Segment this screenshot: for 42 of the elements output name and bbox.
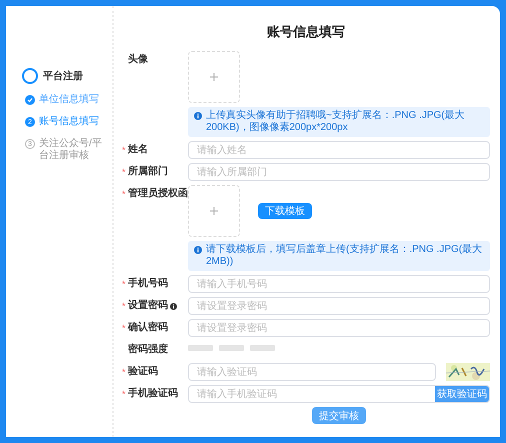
field-label: 姓名 [128,142,148,157]
required-mark: * [122,145,126,155]
required-mark: * [122,389,126,399]
input-field[interactable]: 请输入手机验证码 获取验证码 [188,385,490,403]
field-label: 头像 [128,52,148,67]
input-field[interactable]: 请输入手机号码 [188,275,490,293]
help-icon[interactable] [170,302,177,310]
hint-text: 上传真实头像有助于招聘哦~支持扩展名：.PNG .JPG(最大200KB)，图像像素200px*200px [206,110,466,134]
field-label: 验证码 [128,364,158,379]
circle-icon [22,68,38,84]
field-label: 密码强度 [128,342,168,357]
info-icon [194,112,202,120]
page-title: 账号信息填写 [267,23,345,41]
required-mark: * [122,189,126,199]
input-field[interactable]: 请输入验证码 [188,363,436,381]
required-mark: * [122,323,126,333]
strength-bar [219,345,244,351]
get-code-button[interactable]: 获取验证码 [435,386,489,402]
required-mark: * [122,367,126,377]
field-label: 所属部门 [128,164,168,179]
step-label: 单位信息填写 [39,94,99,106]
required-mark: * [122,301,126,311]
hint-text: 请下载模板后，填写后盖章上传(支持扩展名：.PNG .JPG(最大2MB)) [206,244,484,268]
field-label: 管理员授权函 [128,186,188,201]
field-label: 设置密码 [128,298,168,313]
input-field[interactable]: 请设置登录密码 [188,319,490,337]
input-field[interactable]: 请输入姓名 [188,141,490,159]
download-template-button[interactable]: 下载模板 [258,203,312,219]
submit-button[interactable]: 提交审核 [312,407,366,424]
input-field[interactable]: 请设置登录密码 [188,297,490,315]
info-icon [194,246,202,254]
step-label: 账号信息填写 [39,116,99,128]
field-label: 确认密码 [128,320,168,335]
required-mark: * [122,279,126,289]
step-label: 关注公众号/平台注册审核 [39,138,103,162]
field-label: 手机验证码 [128,386,178,401]
sidebar-title: 平台注册 [43,69,83,83]
strength-bar [250,345,275,351]
field-label: 手机号码 [128,276,168,291]
required-mark: * [122,167,126,177]
input-field[interactable]: 请输入所属部门 [188,163,490,181]
strength-bar [188,345,213,351]
